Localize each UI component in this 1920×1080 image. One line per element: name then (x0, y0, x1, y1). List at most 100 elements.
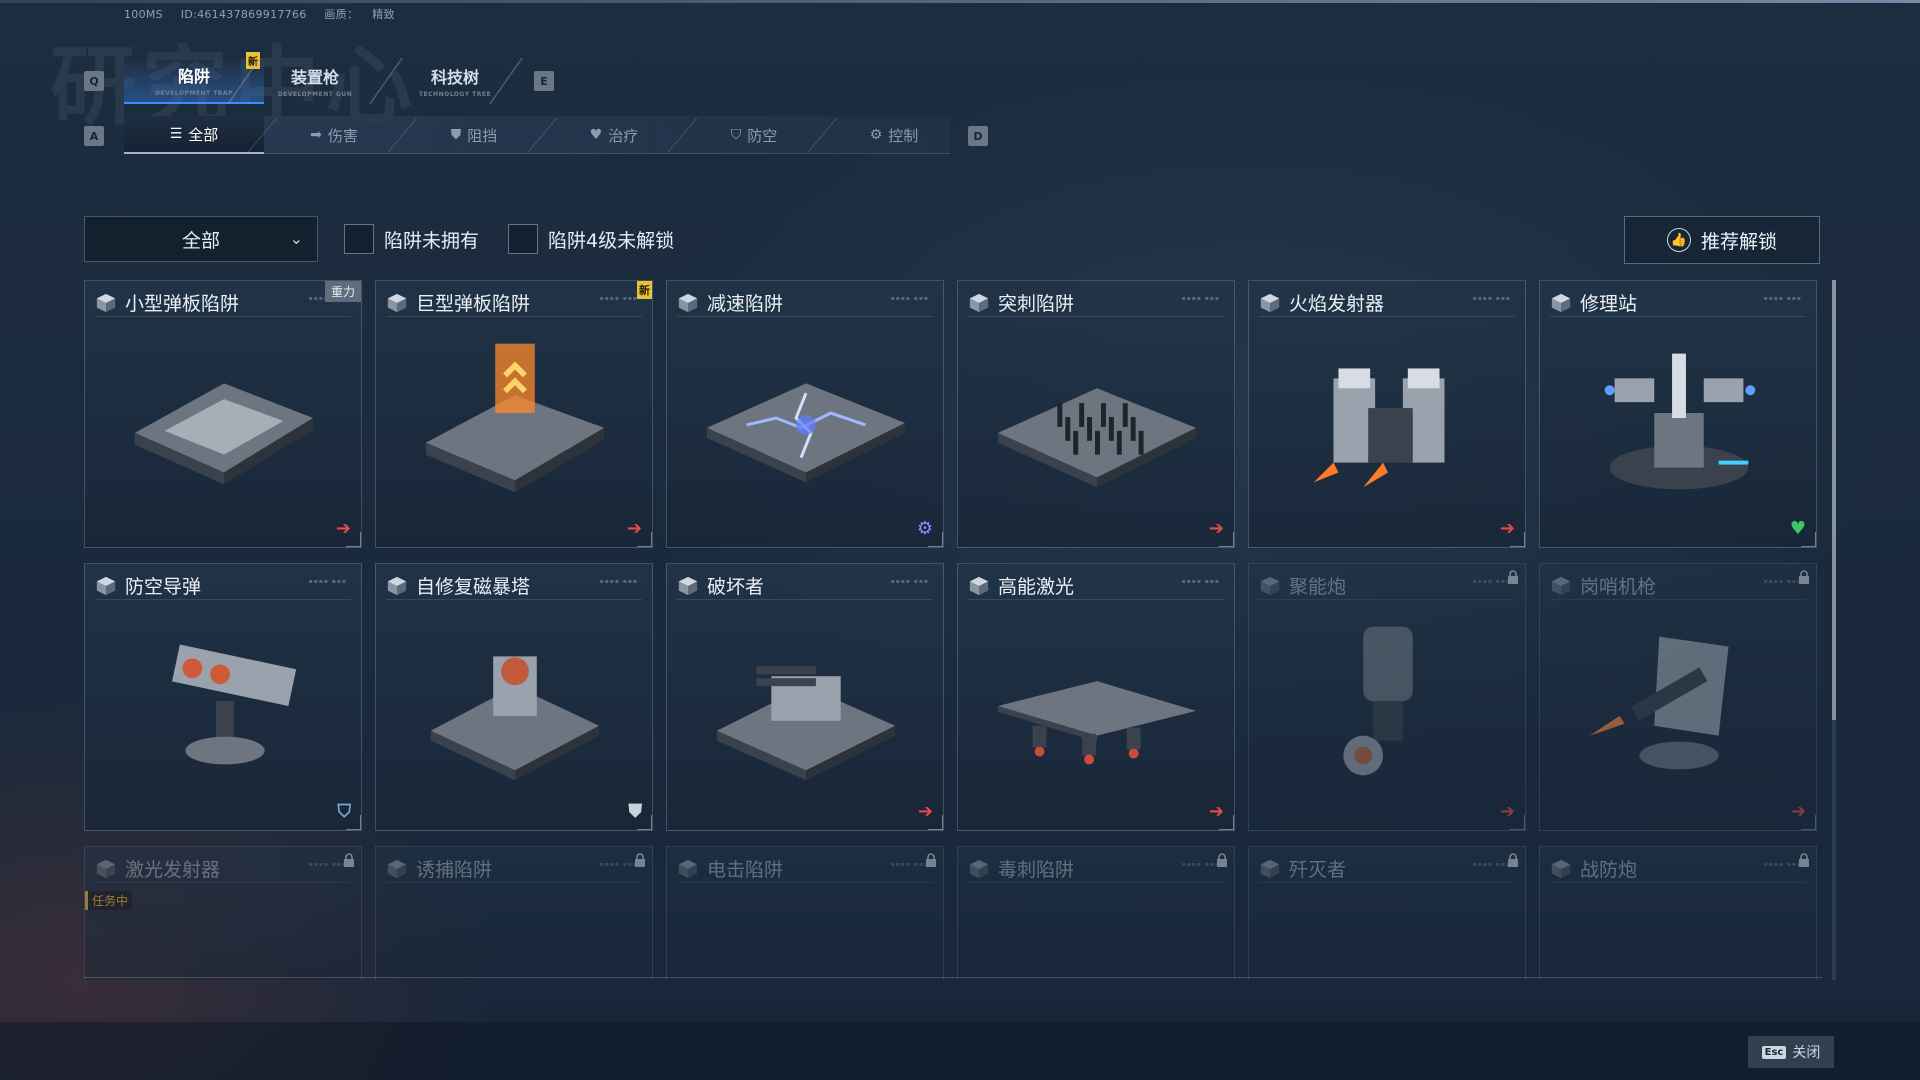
trap-card[interactable]: 聚能炮 ▪▪▪▪ ▪▪▪ ➔ (1248, 563, 1526, 831)
trap-card[interactable]: 电击陷阱 ▪▪▪▪ ▪▪▪ (666, 846, 944, 980)
trap-illustration (172, 644, 297, 765)
card-header: 防空导弹 (95, 572, 351, 600)
key-hint-prev-filter: A (84, 126, 104, 146)
filter-tab-label: 伤害 (327, 126, 358, 145)
filter-tab-label: 治疗 (608, 126, 639, 145)
trap-card[interactable]: 歼灭者 ▪▪▪▪ ▪▪▪ (1248, 846, 1526, 980)
lock-icon (1799, 853, 1809, 867)
card-deco-text: ▪▪▪▪ ▪▪▪ (890, 861, 929, 868)
card-header: 岗哨机枪 (1550, 572, 1806, 600)
trap-name: 歼灭者 (1289, 859, 1347, 881)
trap-name: 修理站 (1580, 293, 1638, 315)
tab-label: 科技树 (430, 68, 479, 87)
trap-cube-icon (1551, 859, 1571, 878)
trap-card[interactable]: 修理站 ▪▪▪▪ ▪▪▪ ♥ (1539, 280, 1817, 548)
footer-bar (0, 1022, 1920, 1080)
card-header: 激光发射器 (95, 855, 351, 883)
filter-tab-3[interactable]: ♥ 治疗 (544, 116, 684, 154)
trap-illustration (1604, 353, 1756, 490)
trap-name: 激光发射器 (125, 859, 221, 881)
trap-card[interactable]: 岗哨机枪 ▪▪▪▪ ▪▪▪ ➔ (1539, 563, 1817, 831)
key-hint-prev-tab: Q (84, 71, 104, 91)
trap-name: 聚能炮 (1289, 576, 1347, 598)
trap-illustration (1313, 368, 1445, 488)
trap-name: 火焰发射器 (1289, 293, 1385, 315)
grid-bottom-divider (84, 977, 1822, 978)
category-dropdown[interactable]: 全部 ⌄ (84, 216, 318, 262)
trap-card[interactable]: 毒刺陷阱 ▪▪▪▪ ▪▪▪ (957, 846, 1235, 980)
card-deco-text: ▪▪▪▪ ▪▪▪ (599, 295, 638, 302)
trap-cube-icon (387, 859, 407, 878)
scrollbar-thumb[interactable] (1832, 280, 1836, 720)
tab-device-gun[interactable]: 装置枪 DEVELOPMENT GUN (245, 58, 385, 104)
checkbox-box[interactable] (508, 224, 538, 254)
trap-card[interactable]: 自修复磁暴塔 ▪▪▪▪ ▪▪▪ ⛊ (375, 563, 653, 831)
anti-air-icon: ⛉ (337, 801, 352, 822)
card-header: 火焰发射器 (1259, 289, 1515, 317)
trap-name: 减速陷阱 (707, 293, 784, 315)
dropdown-value: 全部 (181, 229, 220, 252)
trap-illustration (1343, 626, 1413, 776)
card-deco-text: ▪▪▪▪ ▪▪▪ (1181, 861, 1220, 868)
trap-cube-icon (969, 576, 989, 595)
trap-name: 电击陷阱 (707, 859, 784, 881)
damage-arrow-icon: ➡ (310, 127, 322, 143)
trap-illustration (1589, 636, 1729, 770)
card-deco-text: ▪▪▪▪ ▪▪▪ (1472, 861, 1511, 868)
trap-cube-icon (1260, 859, 1280, 878)
filter-tab-4[interactable]: ⛉ 防空 (684, 116, 824, 154)
level4-locked-checkbox[interactable]: 陷阱4级未解锁 (508, 222, 674, 256)
block-shield-icon: ⛊ (628, 801, 643, 822)
trap-card[interactable]: 战防炮 ▪▪▪▪ ▪▪▪ (1539, 846, 1817, 980)
filter-tab-1[interactable]: ➡ 伤害 (264, 116, 404, 154)
damage-arrow-icon: ➔ (1208, 801, 1224, 822)
tab-label: 陷阱 (177, 67, 210, 86)
trap-card[interactable]: 激光发射器 ▪▪▪▪ ▪▪▪ 任务中 (84, 846, 362, 980)
trap-card[interactable]: 火焰发射器 ▪▪▪▪ ▪▪▪ ➔ (1248, 280, 1526, 548)
card-deco-text: ▪▪▪▪ ▪▪▪ (1763, 578, 1802, 585)
esc-key-hint: Esc (1761, 1045, 1787, 1059)
trap-illustration (716, 666, 896, 781)
trap-illustration (997, 388, 1197, 488)
trap-name: 小型弹板陷阱 (125, 293, 240, 315)
trap-card[interactable]: 防空导弹 ▪▪▪▪ ▪▪▪ ⛉ (84, 563, 362, 831)
trap-card[interactable]: 小型弹板陷阱▪▪▪▪ ▪▪▪重力➔ (84, 280, 362, 548)
filter-tab-5[interactable]: ⚙ 控制 (824, 116, 964, 154)
damage-arrow-icon: ➔ (1790, 801, 1806, 822)
trap-card[interactable]: 突刺陷阱 ▪▪▪▪ ▪▪▪ ➔ (957, 280, 1235, 548)
filter-tab-0[interactable]: ☰ 全部 (124, 116, 264, 154)
lock-icon (1508, 853, 1518, 867)
trap-card[interactable]: 诱捕陷阱 ▪▪▪▪ ▪▪▪ (375, 846, 653, 980)
lock-icon (344, 853, 354, 867)
card-deco-text: ▪▪▪▪ ▪▪▪ (890, 578, 929, 585)
card-deco-text: ▪▪▪▪ ▪▪▪ (1763, 295, 1802, 302)
close-button[interactable]: Esc 关闭 (1748, 1036, 1834, 1068)
trap-name: 战防炮 (1580, 859, 1638, 881)
trap-name: 防空导弹 (125, 576, 202, 598)
not-owned-checkbox[interactable]: 陷阱未拥有 (344, 222, 479, 256)
trap-card[interactable]: 破坏者 ▪▪▪▪ ▪▪▪ ➔ (666, 563, 944, 831)
recommend-unlock-button[interactable]: 👍 推荐解锁 (1624, 216, 1820, 264)
filter-tab-2[interactable]: ⛊ 阻挡 (404, 116, 544, 154)
checkbox-box[interactable] (344, 224, 374, 254)
lock-icon (1217, 853, 1227, 867)
lock-icon (635, 853, 645, 867)
control-gear-icon: ⚙ (869, 127, 883, 143)
trap-card[interactable]: 高能激光 ▪▪▪▪ ▪▪▪ ➔ (957, 563, 1235, 831)
lock-icon (1799, 570, 1809, 584)
trap-cube-icon (1260, 293, 1280, 312)
heal-heart-icon: ♥ (589, 127, 603, 143)
block-shield-icon: ⛊ (450, 127, 462, 143)
damage-arrow-icon: ➔ (917, 801, 933, 822)
lock-icon (1508, 570, 1518, 584)
category-filter-bar: ☰ 全部 ➡ 伤害 ⛊ 阻挡 ♥ 治疗 ⛉ 防空 ⚙ 控制 (124, 116, 950, 154)
trap-card[interactable]: 巨型弹板陷阱 ▪▪▪▪ ▪▪▪ 新 ➔ (375, 280, 653, 548)
trap-illustration (997, 681, 1197, 765)
damage-arrow-icon: ➔ (1499, 518, 1515, 539)
card-header: 毒刺陷阱 (968, 855, 1224, 883)
trap-cube-icon (387, 293, 407, 312)
trap-card[interactable]: 减速陷阱 ▪▪▪▪ ▪▪▪ ⚙ (666, 280, 944, 548)
mission-badge: 任务中 (85, 891, 133, 910)
card-header: 战防炮 (1550, 855, 1806, 883)
list-icon: ☰ (169, 126, 183, 142)
